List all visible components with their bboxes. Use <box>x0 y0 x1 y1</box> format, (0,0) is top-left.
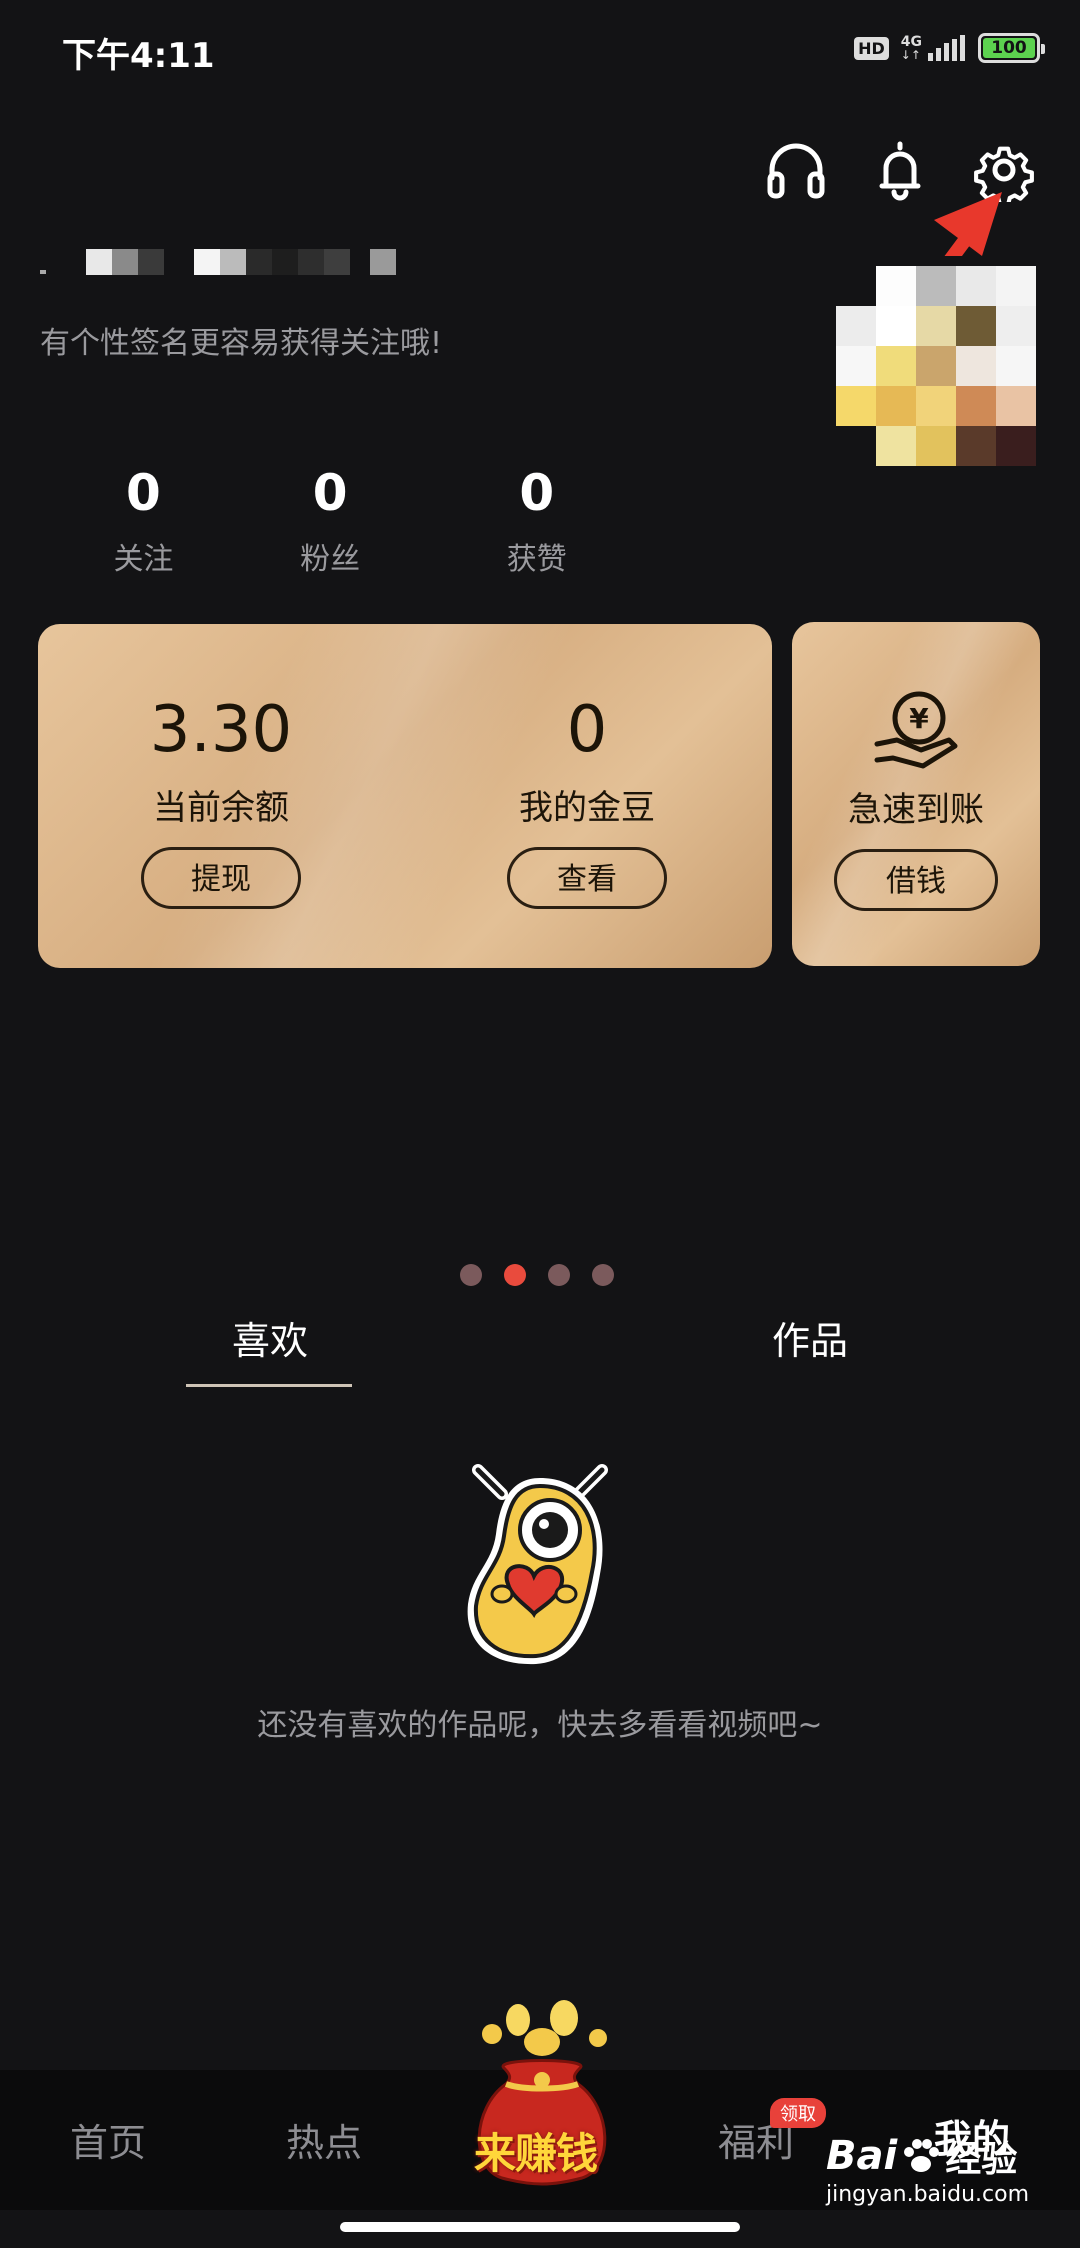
avatar[interactable] <box>836 256 1042 476</box>
welfare-badge: 领取 <box>770 2098 826 2128</box>
following-label: 关注 <box>113 542 174 577</box>
stat-likes[interactable]: 0 获赞 <box>433 460 640 578</box>
network-type: 4G <box>900 34 922 50</box>
carousel-dot[interactable] <box>592 1264 614 1286</box>
carousel-dot[interactable] <box>548 1264 570 1286</box>
carousel-dot[interactable] <box>504 1264 526 1286</box>
profile-bio[interactable]: 有个性签名更容易获得关注哦! <box>40 318 442 362</box>
empty-state-text: 还没有喜欢的作品呢，快去多看看视频吧~ <box>257 1708 823 1743</box>
headphones-icon[interactable] <box>764 138 828 202</box>
baidu-jingyan-watermark: Bai 经验 jingyan.baidu.com <box>826 2130 1029 2207</box>
watermark-brand2: 经验 <box>945 2139 1018 2180</box>
beans-value: 0 <box>566 693 608 767</box>
status-indicators: HD 4G ↓↑ 100 <box>854 30 1045 66</box>
tab-works[interactable]: 作品 <box>772 1310 848 1365</box>
loan-label: 急速到账 <box>848 790 984 830</box>
carousel-dots <box>460 1264 614 1286</box>
withdraw-button[interactable]: 提现 <box>141 847 301 909</box>
watermark-url: jingyan.baidu.com <box>826 2182 1030 2207</box>
paw-icon <box>904 2139 940 2172</box>
likes-label: 获赞 <box>506 542 567 577</box>
balance-value: 3.30 <box>149 693 293 767</box>
beans-label: 我的金豆 <box>519 788 655 828</box>
nav-earn[interactable]: 来赚钱 <box>474 2120 598 2181</box>
borrow-button[interactable]: 借钱 <box>834 849 998 911</box>
watermark-brand: Bai <box>826 2133 898 2179</box>
tab-active-underline <box>186 1384 352 1387</box>
signal-bars-icon <box>928 35 965 61</box>
svg-text:¥: ¥ <box>909 702 929 735</box>
nav-home[interactable]: 首页 <box>70 2112 146 2167</box>
balance-section: 3.30 当前余额 提现 <box>38 624 404 909</box>
carousel-dot[interactable] <box>460 1264 482 1286</box>
hd-badge: HD <box>854 36 889 60</box>
yen-hand-icon: ¥ <box>874 691 958 769</box>
nav-hot[interactable]: 热点 <box>286 2112 362 2167</box>
beans-section: 0 我的金豆 查看 <box>404 624 770 909</box>
likes-count: 0 <box>519 464 555 522</box>
battery-icon: 100 <box>978 33 1045 63</box>
fans-count: 0 <box>312 464 348 522</box>
status-time: 下午4:11 <box>62 36 215 76</box>
fans-label: 粉丝 <box>300 542 361 577</box>
stat-fans[interactable]: 0 粉丝 <box>227 460 434 578</box>
loan-section: ¥ 急速到账 借钱 <box>792 622 1040 911</box>
loan-card[interactable]: ¥ 急速到账 借钱 <box>792 622 1040 966</box>
tab-likes[interactable]: 喜欢 <box>232 1310 308 1365</box>
following-count: 0 <box>126 464 161 522</box>
wallet-card: 3.30 当前余额 提现 0 我的金豆 查看 <box>38 624 772 968</box>
username-obscured <box>40 249 470 275</box>
signal-indicator: 4G ↓↑ <box>901 35 966 61</box>
stat-following[interactable]: 0 关注 <box>60 460 227 578</box>
balance-label: 当前余额 <box>153 788 289 828</box>
empty-state-mascot-icon <box>467 1464 608 1665</box>
profile-stats: 0 关注 0 粉丝 0 获赞 <box>60 460 640 578</box>
view-beans-button[interactable]: 查看 <box>507 847 667 909</box>
home-indicator[interactable] <box>340 2222 740 2232</box>
battery-level: 100 <box>991 38 1027 58</box>
